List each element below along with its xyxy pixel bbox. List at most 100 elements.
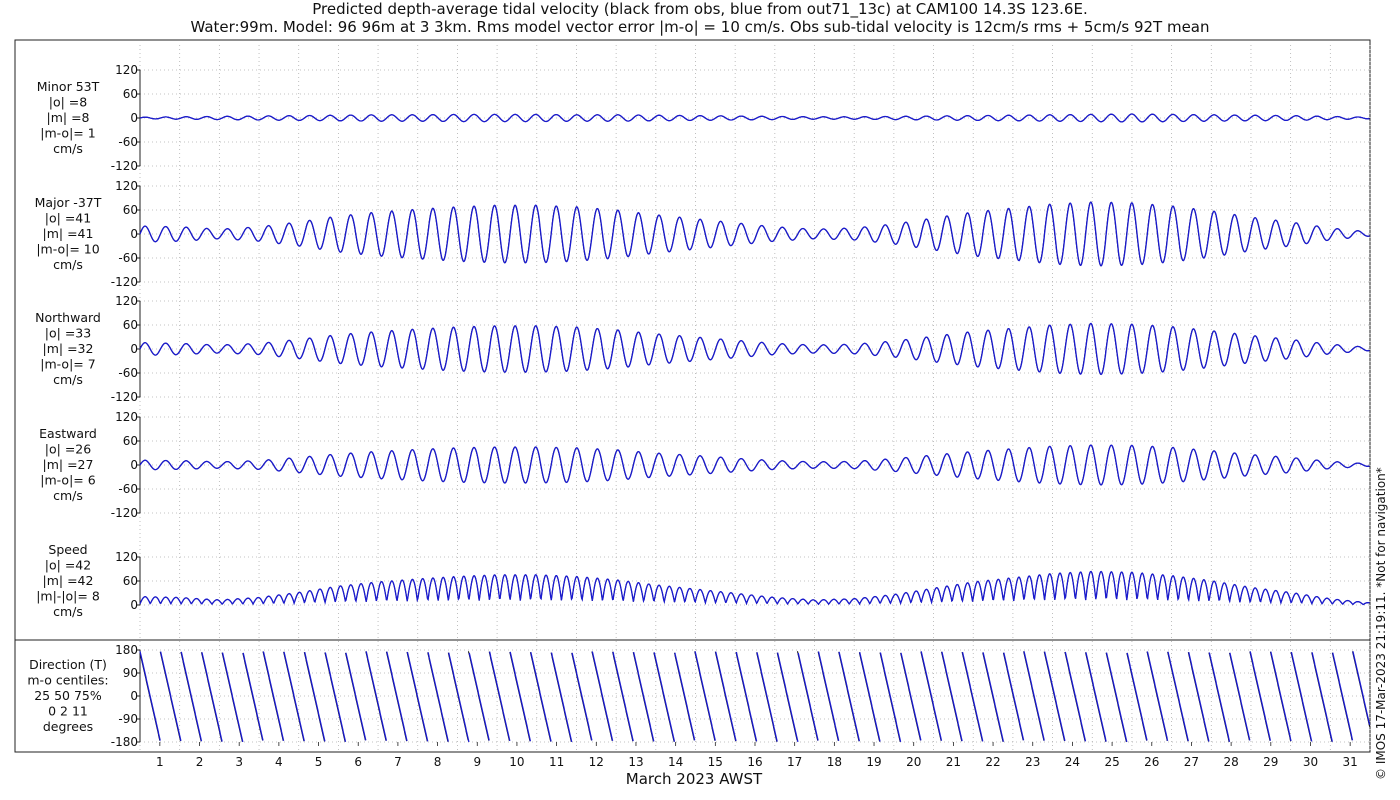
direction-trace-model [776, 652, 799, 743]
panel-label-line: cm/s [53, 604, 83, 619]
panel-direction: 180 90 0 -90 -180 Direction (T)m-o centiles:2… [27, 643, 1371, 749]
trace-model [139, 322, 1370, 376]
panel-northward: 120 60 0 -60 -120 Northward|o| =33|m| =32|m-o… [35, 294, 1370, 404]
y-tick-label: 0 [130, 227, 138, 241]
direction-trace-model [550, 652, 573, 743]
panel-label-line: degrees [43, 719, 93, 734]
direction-trace-model [859, 652, 881, 742]
direction-trace-model [1290, 651, 1313, 742]
direction-trace-model [1126, 652, 1148, 741]
panel-label-line: |m| =41 [43, 226, 94, 241]
direction-trace-model [283, 651, 305, 742]
y-tick-label: 60 [123, 87, 138, 101]
x-tick-label: 1 [156, 755, 164, 769]
x-tick-label: 2 [196, 755, 204, 769]
panel-label-line: |m-o|= 1 [40, 126, 95, 141]
panel-label-line: |o| =41 [45, 211, 91, 226]
x-tick-label: 19 [866, 755, 881, 769]
copyright-note: © IMOS 17-Mar-2023 21:19:11. *Not for na… [1374, 467, 1388, 780]
x-tick-label: 6 [354, 755, 362, 769]
panel-label-line: cm/s [53, 488, 83, 503]
panel-label-line: |o| =42 [45, 558, 91, 573]
x-tick-label: 22 [985, 755, 1000, 769]
panel-label-line: 25 50 75% [34, 688, 102, 703]
direction-trace-model [324, 652, 347, 742]
direction-trace-model [1249, 651, 1272, 741]
panel-label-line: |o| =33 [45, 326, 91, 341]
direction-trace-model [1208, 652, 1231, 742]
panel-label-line: Speed [48, 542, 87, 557]
direction-trace-model [1311, 652, 1333, 742]
direction-trace-model [941, 651, 963, 742]
y-tick-label: 60 [123, 574, 138, 588]
panel-label-line: |m| =27 [43, 457, 94, 472]
direction-trace-model [900, 652, 922, 741]
direction-trace-model [735, 651, 758, 742]
direction-trace-model [242, 652, 264, 741]
x-tick-label: 27 [1184, 755, 1199, 769]
y-tick-label: -180 [111, 735, 138, 749]
direction-trace-model [1003, 652, 1025, 741]
panel-label-line: |m-o|= 6 [40, 473, 95, 488]
panel-label-line: |m-o|= 7 [40, 357, 95, 372]
x-tick-label: 11 [549, 755, 564, 769]
y-tick-label: -120 [111, 275, 138, 289]
direction-trace-model [982, 652, 1005, 742]
upper-panels-frame [14, 39, 1371, 641]
direction-trace-model [365, 651, 388, 741]
panel-label-line: Minor 53T [37, 79, 100, 94]
y-tick-label: -60 [118, 251, 138, 265]
panel-label-line: cm/s [53, 257, 83, 272]
panel-label-line: cm/s [53, 372, 83, 387]
panel-label-line: Major -37T [35, 195, 102, 210]
x-tick-label: 25 [1104, 755, 1119, 769]
direction-trace-model [817, 651, 840, 741]
y-tick-label: -120 [111, 390, 138, 404]
y-tick-label: 90 [123, 666, 138, 680]
x-tick-label: 5 [315, 755, 323, 769]
direction-trace-model [1085, 652, 1107, 742]
y-tick-label: 0 [130, 111, 138, 125]
x-tick-label: 7 [394, 755, 402, 769]
x-tick-label: 4 [275, 755, 283, 769]
direction-trace-model [159, 651, 182, 742]
direction-trace-model [879, 652, 902, 742]
x-tick-label: 9 [473, 755, 481, 769]
panel-label-line: m-o centiles: [27, 673, 108, 688]
x-tick-label: 21 [946, 755, 961, 769]
direction-trace-model [468, 652, 490, 741]
y-tick-label: 0 [130, 458, 138, 472]
y-tick-label: 120 [115, 179, 138, 193]
trace-model [139, 444, 1370, 486]
x-tick-label: 31 [1343, 755, 1358, 769]
x-tick-label: 18 [827, 755, 842, 769]
x-tick-label: 12 [589, 755, 604, 769]
direction-trace-model [591, 651, 614, 741]
direction-trace-model [427, 652, 449, 742]
trace-model [139, 201, 1370, 267]
x-tick-label: 29 [1263, 755, 1278, 769]
direction-trace-model [1105, 652, 1128, 743]
y-tick-label: -120 [111, 159, 138, 173]
direction-trace-model [1023, 651, 1045, 741]
x-tick-label: 24 [1065, 755, 1080, 769]
y-tick-label: 60 [123, 434, 138, 448]
direction-trace-model [1352, 651, 1371, 725]
y-tick-label: 120 [115, 294, 138, 308]
panel-label-line: cm/s [53, 141, 83, 156]
x-tick-label: 10 [509, 755, 524, 769]
x-tick-label: 26 [1144, 755, 1159, 769]
x-tick-label: 30 [1303, 755, 1318, 769]
direction-trace-model [345, 652, 367, 741]
y-tick-label: 60 [123, 203, 138, 217]
panel-label-line: |o| =8 [49, 95, 88, 110]
direction-trace-model [221, 652, 244, 743]
direction-trace-model [612, 651, 634, 742]
direction-trace-model [1332, 652, 1354, 741]
x-axis-label: March 2023 AWST [626, 770, 763, 788]
direction-trace-model [653, 652, 676, 742]
direction-trace-model [674, 652, 696, 741]
x-tick-label: 14 [668, 755, 683, 769]
direction-trace-model [1188, 652, 1210, 742]
direction-trace-model [448, 652, 470, 743]
